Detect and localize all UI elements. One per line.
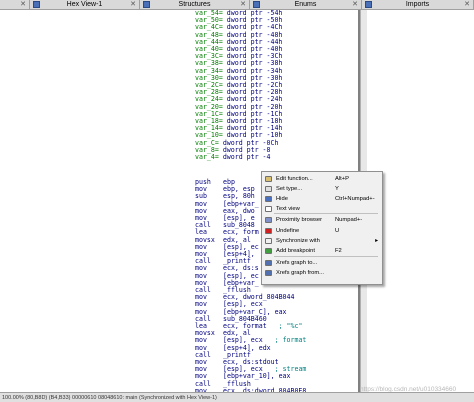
tab-hex-view[interactable]: Hex View-1 ✕ [30, 0, 140, 9]
tab-label: Hex View-1 [66, 1, 103, 8]
menu-item-shortcut: Numpad+- [335, 217, 363, 223]
text-view-icon [265, 206, 272, 212]
var-offset: -4 [262, 153, 271, 161]
graph-canvas-left[interactable] [0, 10, 192, 392]
menu-item-shortcut: Ctrl+Numpad+- [335, 196, 375, 202]
var-name: var_4= [195, 153, 219, 161]
tab-structures[interactable]: Structures ✕ [140, 0, 250, 9]
menu-item-label: Set type... [276, 186, 303, 192]
xrefs-to-icon [265, 260, 272, 266]
menu-item-breakpoint[interactable]: Add breakpoint F2 [262, 246, 382, 256]
structures-icon [143, 1, 150, 8]
close-icon[interactable]: ✕ [464, 0, 470, 9]
menu-item-undefine[interactable]: Undefine U [262, 226, 382, 236]
menu-item-xrefs-from[interactable]: Xrefs graph from... [262, 268, 382, 278]
instruction-comment: ; format [274, 336, 307, 345]
tab-imports[interactable]: Imports ✕ [362, 0, 474, 9]
menu-item-shortcut: F2 [335, 248, 342, 254]
menu-item-set-type[interactable]: Set type... Y [262, 184, 382, 194]
proximity-browser-icon [265, 217, 272, 223]
menu-item-label: Edit function... [276, 176, 313, 182]
tab-label: Structures [178, 1, 211, 8]
menu-item-label: Add breakpoint [276, 248, 315, 254]
menu-separator [274, 256, 378, 257]
menu-item-label: Xrefs graph to... [276, 260, 318, 266]
status-bar: 100.00% (80,B8D) (B4,B33) 00000610 08048… [0, 392, 474, 402]
synchronize-icon [265, 238, 272, 244]
menu-item-proximity-browser[interactable]: Proximity browser Numpad+- [262, 215, 382, 225]
menu-item-label: Synchronize with [276, 238, 320, 244]
menu-item-label: Proximity browser [276, 217, 323, 223]
tab-label: Imports [405, 1, 430, 8]
menu-item-edit-function[interactable]: Edit function... Alt+P [262, 174, 382, 184]
tab-ida-view[interactable]: ✕ [0, 0, 30, 9]
menu-item-label: Undefine [276, 228, 300, 234]
close-icon[interactable]: ✕ [352, 0, 358, 9]
graph-canvas-right[interactable] [367, 10, 474, 392]
context-menu: Edit function... Alt+P Set type... Y Hide Ctr… [261, 171, 383, 285]
hide-icon [265, 196, 272, 202]
tab-bar: ✕ Hex View-1 ✕ Structures ✕ Enums ✕ Impo… [0, 0, 474, 10]
tab-label: Enums [294, 1, 317, 8]
submenu-arrow-icon: ▸ [375, 238, 378, 244]
close-icon[interactable]: ✕ [130, 0, 136, 9]
menu-item-shortcut: Y [335, 186, 339, 192]
menu-item-label: Xrefs graph from... [276, 270, 325, 276]
menu-item-shortcut: Alt+P [335, 176, 350, 182]
tab-enums[interactable]: Enums ✕ [250, 0, 362, 9]
xrefs-from-icon [265, 270, 272, 276]
menu-item-xrefs-to[interactable]: Xrefs graph to... [262, 258, 382, 268]
breakpoint-icon [265, 248, 272, 254]
undefine-icon [265, 228, 272, 234]
menu-item-synchronize[interactable]: Synchronize with ▸ [262, 236, 382, 246]
set-type-icon [265, 186, 272, 192]
enums-icon [253, 1, 260, 8]
menu-item-label: Hide [276, 196, 288, 202]
menu-separator [274, 213, 378, 214]
hex-view-icon [33, 1, 40, 8]
imports-icon [365, 1, 372, 8]
close-icon[interactable]: ✕ [20, 0, 26, 9]
instruction-comment: ; "%c" [278, 322, 303, 330]
menu-item-hide[interactable]: Hide Ctrl+Numpad+- [262, 194, 382, 204]
stack-var-line[interactable]: var_4= dword ptr -4 [195, 153, 270, 161]
close-icon[interactable]: ✕ [240, 0, 246, 9]
edit-function-icon [265, 176, 272, 182]
var-type: dword ptr [222, 153, 259, 161]
menu-item-shortcut: U [335, 228, 340, 234]
